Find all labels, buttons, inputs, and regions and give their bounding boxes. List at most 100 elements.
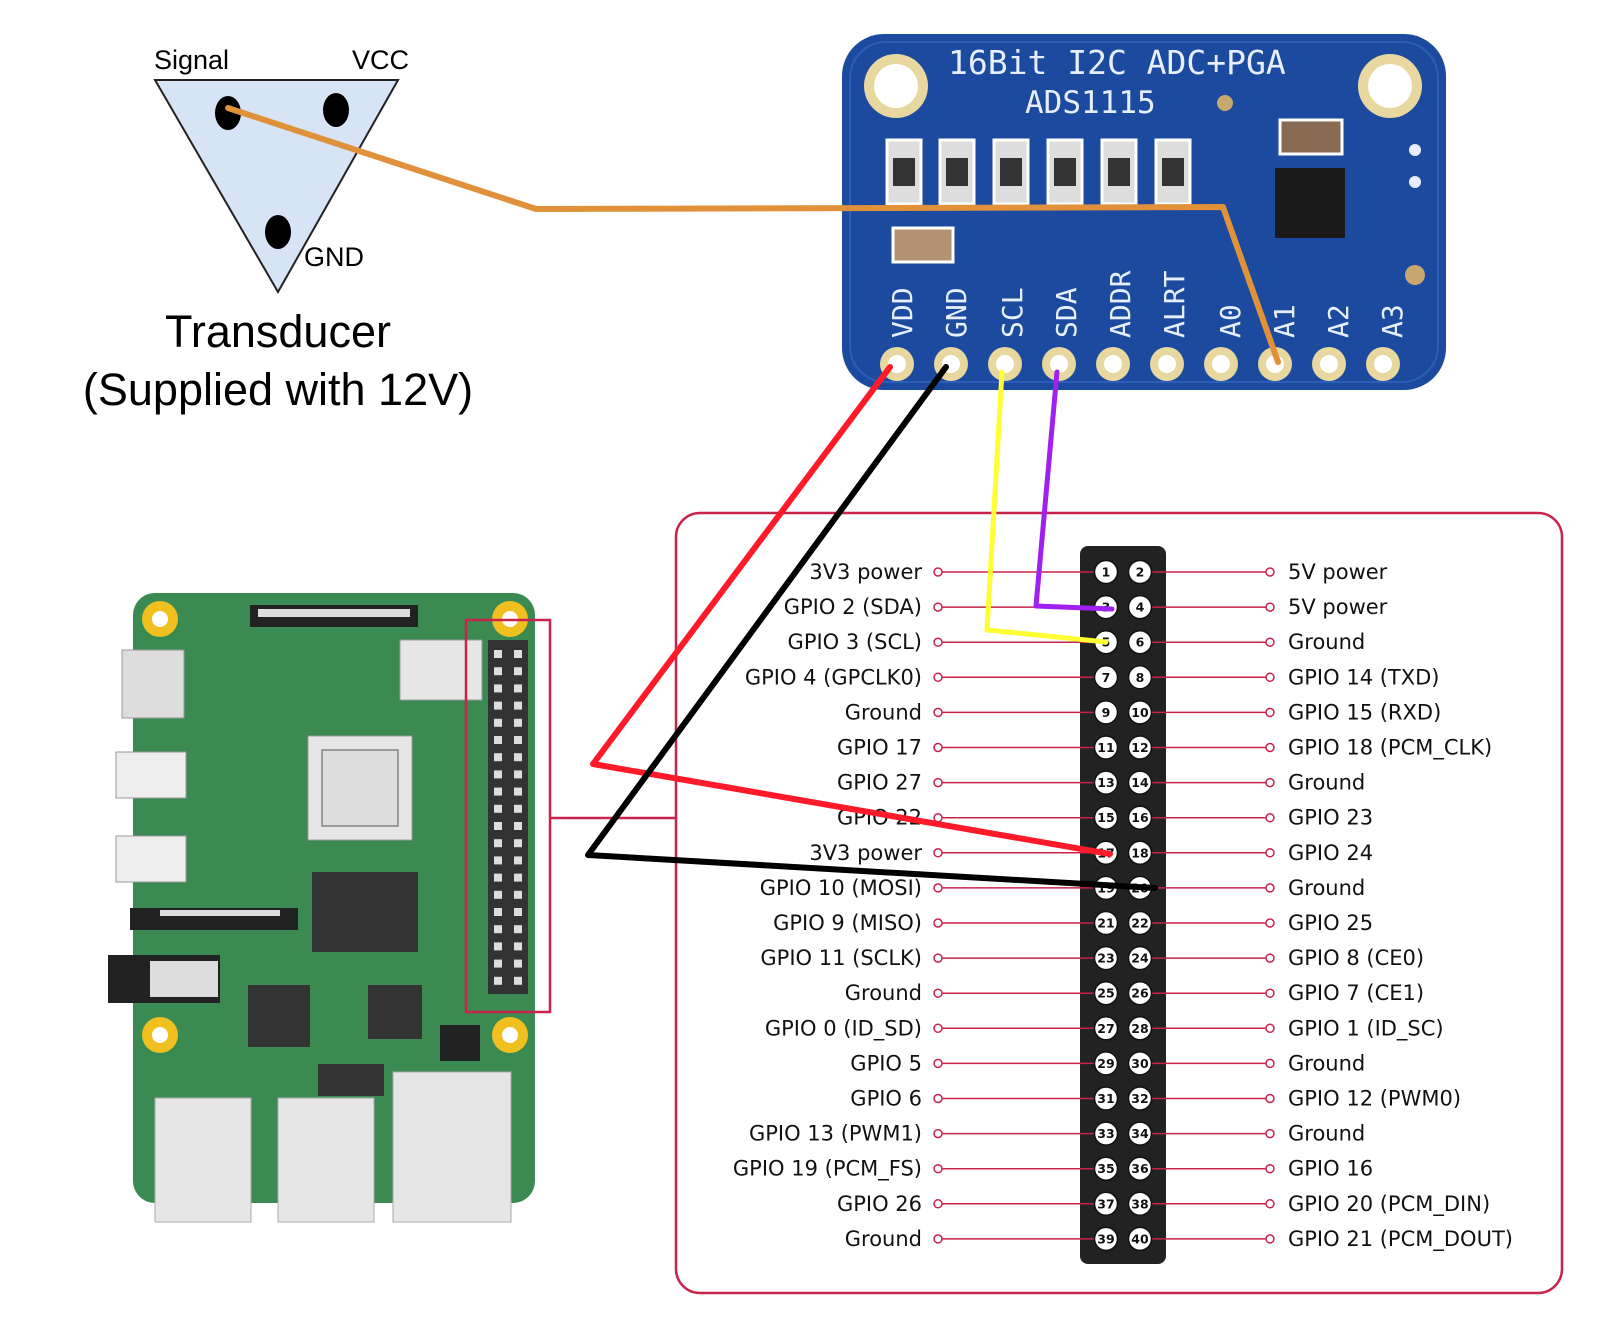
pin-label-left: Ground — [845, 1227, 922, 1251]
usb-c-port — [121, 649, 185, 719]
pi-header-pin — [514, 650, 522, 658]
pin-dot — [933, 1093, 943, 1104]
pin-label-right: GPIO 23 — [1288, 806, 1373, 830]
pi-header-pin — [494, 753, 502, 762]
pi-header-pin — [514, 839, 522, 848]
pin-dot — [933, 812, 943, 823]
header-strip — [1080, 546, 1166, 1264]
micro-hdmi-port — [115, 751, 187, 799]
pin-dot — [933, 1163, 943, 1174]
pin-row: 25 26 Ground GPIO 7 (CE1) — [845, 980, 1424, 1006]
pi-header-pin — [514, 856, 522, 865]
pin-label-right: Ground — [1288, 771, 1365, 795]
pin-number: 24 — [1131, 951, 1149, 966]
pin-number: 21 — [1097, 916, 1114, 931]
pin-dot — [1265, 953, 1275, 963]
pi-header-pin — [494, 822, 502, 830]
adc-pin-label: A2 — [1322, 304, 1355, 338]
pin-row: 29 30 GPIO 5 Ground — [850, 1051, 1365, 1076]
pin-label-right: 5V power — [1288, 595, 1388, 619]
signal-label: Signal — [154, 45, 229, 75]
pin-label-left: GPIO 2 (SDA) — [784, 595, 922, 619]
wiring-diagram: Signal VCC GND Transducer (Supplied with… — [83, 34, 1564, 1295]
pin-dot — [1265, 777, 1275, 788]
pin-number: 39 — [1097, 1231, 1114, 1246]
pin-label-left: GPIO 3 (SCL) — [788, 630, 922, 654]
pi-header-pin — [494, 976, 502, 985]
pin-label-right: GPIO 1 (ID_SC) — [1288, 1016, 1444, 1041]
pin-dot — [1265, 1199, 1275, 1209]
pin-label-left: GPIO 26 — [837, 1192, 922, 1216]
pin-dot — [1265, 883, 1275, 893]
pin-label-left: GPIO 0 (ID_SD) — [765, 1016, 922, 1041]
gnd-pin — [265, 215, 291, 249]
pin-label-right: GPIO 18 (PCM_CLK) — [1288, 736, 1492, 761]
pin-label-left: GPIO 4 (GPCLK0) — [745, 665, 922, 689]
wifi-module — [399, 639, 483, 701]
pi-header-pin — [514, 770, 522, 779]
pi-header-pin — [514, 873, 522, 882]
pi-header-pin — [494, 839, 502, 848]
pin-row: 39 40 Ground GPIO 21 (PCM_DOUT) — [845, 1226, 1513, 1252]
pin-number: 4 — [1136, 600, 1145, 615]
usb-controller — [248, 985, 310, 1047]
pin-dot — [933, 1058, 943, 1069]
pin-number: 30 — [1131, 1056, 1149, 1071]
pin-number: 31 — [1097, 1091, 1114, 1106]
pin-dot — [1265, 988, 1275, 998]
pi-header-pin — [514, 908, 522, 916]
pin-dot — [933, 672, 943, 683]
pi-header-pin — [514, 684, 522, 693]
pin-number: 18 — [1131, 845, 1148, 860]
pin-label-right: GPIO 15 (RXD) — [1288, 700, 1441, 724]
pin-dot — [933, 1023, 943, 1034]
pi-header-pin — [494, 873, 502, 882]
via — [1217, 95, 1233, 111]
pi-header-pin — [494, 856, 502, 865]
pin-dot — [1265, 1023, 1275, 1034]
pi-header-pin — [494, 684, 502, 693]
pin-row: 5 6GPIO 3 (SCL) Ground — [788, 629, 1365, 655]
poe-header — [440, 1025, 480, 1061]
pin-number: 14 — [1131, 775, 1149, 790]
pi-header-pin — [494, 718, 502, 727]
adc-chip — [1275, 168, 1345, 238]
pin-label-left: GPIO 19 (PCM_FS) — [733, 1157, 922, 1182]
pin-label-right: GPIO 12 (PWM0) — [1288, 1087, 1461, 1111]
pi-header-pin — [514, 753, 522, 762]
pi-header-pin — [494, 667, 502, 676]
pin-row: 19 20GPIO 10 (MOSI) Ground — [760, 875, 1365, 901]
pin-number: 32 — [1131, 1091, 1148, 1106]
gnd-label: GND — [304, 242, 364, 272]
pi-header-pin — [514, 787, 522, 796]
raspberry-pi — [108, 593, 552, 1223]
pin-number: 2 — [1136, 565, 1145, 580]
pin-row: 1 2 3V3 power 5V power — [809, 559, 1388, 585]
pin-number: 25 — [1097, 986, 1114, 1001]
pi-header-pin — [514, 667, 522, 676]
pin-number: 37 — [1097, 1196, 1114, 1211]
pin-number: 35 — [1097, 1161, 1114, 1176]
adc-pin-label: SCL — [996, 287, 1029, 338]
chip — [318, 1064, 384, 1096]
pi-gpio-header — [488, 640, 528, 994]
pi-header-pin — [514, 959, 522, 968]
vcc-pin — [323, 93, 349, 127]
pin-label-left: Ground — [845, 700, 922, 724]
pin-number: 13 — [1097, 775, 1114, 790]
pin-label-left: GPIO 5 — [850, 1051, 922, 1075]
pi-header-pin — [514, 701, 522, 710]
pin-number: 7 — [1102, 670, 1111, 685]
pin-label-right: Ground — [1288, 1122, 1365, 1146]
pin-dot — [933, 1128, 943, 1139]
pin-label-right: GPIO 8 (CE0) — [1288, 946, 1424, 970]
adc-pin-label: A0 — [1214, 304, 1247, 338]
pin-number: 6 — [1136, 635, 1145, 650]
adc-pin-label: ALRT — [1158, 270, 1191, 338]
pin-dot — [933, 918, 943, 928]
pin-label-right: Ground — [1288, 876, 1365, 900]
pin-dot — [933, 742, 943, 753]
pin-label-left: GPIO 27 — [837, 771, 922, 795]
pi-header-pin — [494, 959, 502, 968]
transducer: Signal VCC GND Transducer (Supplied with… — [83, 45, 473, 415]
